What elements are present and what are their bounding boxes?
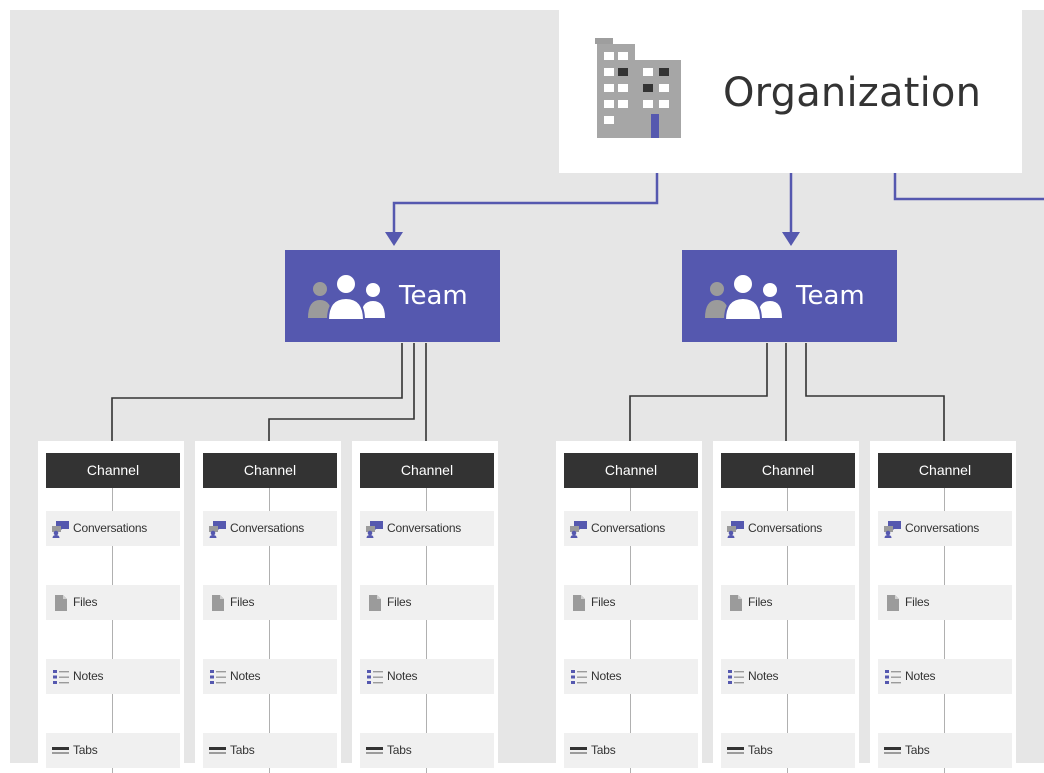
channel-column-1: Channel Conversations Files Notes Tabs xyxy=(38,441,184,773)
conversations-item: Conversations xyxy=(46,511,180,546)
tabs-icon xyxy=(366,747,383,754)
item-label: Conversations xyxy=(387,521,462,535)
notes-item: Notes xyxy=(878,659,1012,694)
notes-item: Notes xyxy=(203,659,337,694)
item-label: Notes xyxy=(387,669,418,683)
notes-item: Notes xyxy=(46,659,180,694)
item-label: Files xyxy=(591,595,616,609)
file-icon xyxy=(730,595,742,611)
item-label: Notes xyxy=(905,669,936,683)
channel-column-5: Channel Conversations Files Notes Tabs xyxy=(713,441,859,773)
conversations-item: Conversations xyxy=(360,511,494,546)
notes-item: Notes xyxy=(360,659,494,694)
org-to-team-1-connector xyxy=(392,173,659,235)
team-node-1: Team xyxy=(285,250,500,342)
team-2-channel-3-connector xyxy=(805,343,945,452)
notes-icon xyxy=(210,670,226,684)
team-1-channel-1-connector xyxy=(111,343,403,452)
org-to-team-2-arrowhead xyxy=(782,232,800,246)
channel-column-4: Channel Conversations Files Notes Tabs xyxy=(556,441,702,773)
channel-column-6: Channel Conversations Files Notes Tabs xyxy=(870,441,1016,773)
notes-item: Notes xyxy=(721,659,855,694)
conversations-item: Conversations xyxy=(721,511,855,546)
tabs-icon xyxy=(570,747,587,754)
channel-column-2: Channel Conversations Files Notes Tabs xyxy=(195,441,341,773)
files-item: Files xyxy=(203,585,337,620)
files-item: Files xyxy=(721,585,855,620)
file-icon xyxy=(887,595,899,611)
channel-column-3: Channel Conversations Files Notes Tabs xyxy=(352,441,498,773)
tabs-icon xyxy=(52,747,69,754)
team-node-2: Team xyxy=(682,250,897,342)
file-icon xyxy=(55,595,67,611)
channel-header: Channel xyxy=(721,453,855,488)
notes-icon xyxy=(728,670,744,684)
item-label: Files xyxy=(73,595,98,609)
file-icon xyxy=(212,595,224,611)
item-label: Files xyxy=(387,595,412,609)
item-label: Notes xyxy=(73,669,104,683)
channel-header: Channel xyxy=(878,453,1012,488)
item-label: Conversations xyxy=(591,521,666,535)
item-label: Notes xyxy=(748,669,779,683)
team-label: Team xyxy=(399,281,468,311)
files-item: Files xyxy=(46,585,180,620)
channel-header: Channel xyxy=(46,453,180,488)
file-icon xyxy=(573,595,585,611)
item-label: Files xyxy=(748,595,773,609)
conversations-item: Conversations xyxy=(564,511,698,546)
people-icon xyxy=(308,273,385,320)
conversations-icon xyxy=(52,521,69,538)
notes-icon xyxy=(571,670,587,684)
notes-icon xyxy=(885,670,901,684)
people-icon xyxy=(705,273,782,320)
organization-label: Organization xyxy=(723,70,982,116)
channel-header: Channel xyxy=(564,453,698,488)
notes-item: Notes xyxy=(564,659,698,694)
item-label: Conversations xyxy=(73,521,148,535)
conversations-item: Conversations xyxy=(878,511,1012,546)
item-label: Files xyxy=(905,595,930,609)
building-icon xyxy=(595,38,681,138)
files-item: Files xyxy=(878,585,1012,620)
item-label: Conversations xyxy=(905,521,980,535)
notes-icon xyxy=(367,670,383,684)
tabs-icon xyxy=(884,747,901,754)
org-to-offscreen-connector xyxy=(893,173,1044,201)
file-icon xyxy=(369,595,381,611)
channel-header: Channel xyxy=(203,453,337,488)
team-label: Team xyxy=(796,281,865,311)
organization-node: Organization xyxy=(559,10,1022,173)
team-2-channel-1-connector xyxy=(629,343,768,452)
conversations-icon xyxy=(727,521,744,538)
item-label: Conversations xyxy=(748,521,823,535)
files-item: Files xyxy=(360,585,494,620)
item-label: Files xyxy=(230,595,255,609)
conversations-icon xyxy=(366,521,383,538)
item-label: Notes xyxy=(230,669,261,683)
item-label: Conversations xyxy=(230,521,305,535)
tabs-icon xyxy=(727,747,744,754)
conversations-item: Conversations xyxy=(203,511,337,546)
org-to-team-1-arrowhead xyxy=(385,232,403,246)
files-item: Files xyxy=(564,585,698,620)
notes-icon xyxy=(53,670,69,684)
conversations-icon xyxy=(884,521,901,538)
item-label: Notes xyxy=(591,669,622,683)
conversations-icon xyxy=(209,521,226,538)
channel-header: Channel xyxy=(360,453,494,488)
tabs-icon xyxy=(209,747,226,754)
conversations-icon xyxy=(570,521,587,538)
